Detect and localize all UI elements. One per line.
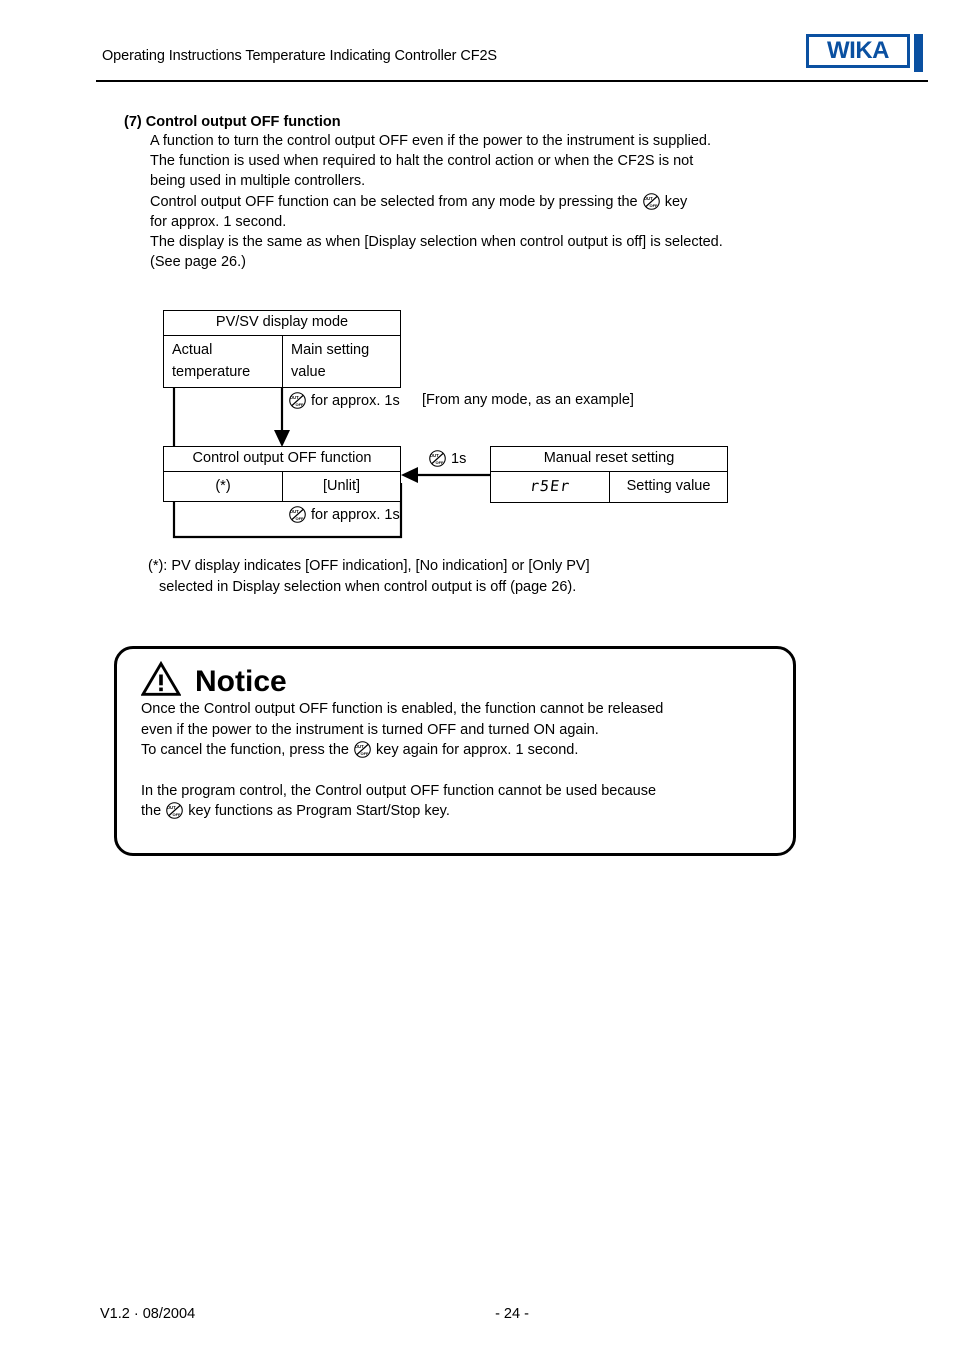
transition-label-loopback: OUT OFF for approx. 1s	[288, 506, 400, 524]
notice-para2-line2-after: key functions as Program Start/Stop key.	[188, 803, 450, 820]
transition-label-down: OUT OFF for approx. 1s	[288, 392, 400, 410]
section-number: (7)	[124, 114, 142, 130]
pvsv-main-line2: value	[291, 364, 326, 380]
out-off-key-icon: OUT OFF	[354, 741, 371, 758]
notice-box: Notice Once the Control output OFF funct…	[114, 646, 796, 856]
svg-text:OFF: OFF	[296, 402, 305, 407]
pvsv-box-title: PV/SV display mode	[164, 311, 400, 336]
notice-para2-line1: In the program control, the Control outp…	[141, 782, 657, 799]
section-key-line-after: key	[664, 193, 688, 210]
diagram-footnote: (*): PV display indicates [OFF indicatio…	[148, 556, 590, 597]
svg-text:OUT: OUT	[290, 395, 299, 400]
svg-text:OUT: OUT	[430, 453, 439, 458]
section-line-3: being used in multiple controllers.	[150, 173, 366, 190]
section-line-5: The display is the same as when [Display…	[150, 234, 723, 251]
seven-segment-text: r5Er	[528, 477, 572, 495]
notice-para1-line3-before: To cancel the function, press the	[141, 742, 349, 759]
footnote-line-1: (*): PV display indicates [OFF indicatio…	[148, 558, 590, 574]
section-line-key: Control output OFF function can be selec…	[150, 192, 884, 212]
footnote-line-2: selected in Display selection when contr…	[159, 578, 577, 595]
section-heading-text: Control output OFF function	[145, 114, 341, 130]
out-off-key-icon: OUT OFF	[166, 802, 184, 820]
diagram-bracket-note: [From any mode, as an example]	[422, 392, 634, 408]
transition-label-left: OUT OFF 1s	[428, 450, 466, 468]
pvsv-actual-line1: Actual	[172, 342, 213, 358]
svg-text:OFF: OFF	[296, 516, 305, 521]
ctrloff-box-title: Control output OFF function	[164, 447, 400, 472]
section-body: A function to turn the control output OF…	[150, 131, 884, 272]
wika-logo: WIKA	[806, 34, 928, 72]
transition-label-loopback-text: for approx. 1s	[311, 507, 400, 523]
notice-para1-line2: even if the power to the instrument is t…	[141, 721, 599, 738]
flow-diagram: PV/SV display mode Actual temperature Ma…	[124, 300, 884, 550]
svg-text:OFF: OFF	[649, 202, 658, 207]
transition-label-left-text: 1s	[451, 451, 467, 467]
manual-setting-value-cell: Setting value	[609, 472, 727, 502]
manual-box-row: r5Er Setting value	[491, 472, 727, 502]
pvsv-display-mode-box: PV/SV display mode Actual temperature Ma…	[163, 310, 401, 388]
svg-text:OUT: OUT	[290, 509, 299, 514]
warning-triangle-icon	[140, 660, 182, 702]
pvsv-main-setting-cell: Main setting value	[282, 336, 400, 387]
notice-para2-line2-before: the	[141, 803, 162, 820]
page-footer: V1.2 · 08/2004 - 24 -	[96, 1306, 928, 1328]
manual-segment-display-cell: r5Er	[491, 472, 609, 502]
wika-logo-text: WIKA	[827, 37, 889, 64]
header-title: Operating Instructions Temperature Indic…	[102, 48, 497, 64]
svg-text:OFF: OFF	[173, 812, 182, 817]
ctrloff-box-row: (*) [Unlit]	[164, 472, 400, 501]
svg-text:OFF: OFF	[436, 460, 445, 465]
svg-text:OUT: OUT	[643, 196, 652, 201]
section-heading: (7) Control output OFF function	[124, 114, 884, 130]
wika-logo-bar	[914, 34, 923, 72]
section-line-2: The function is used when required to ha…	[150, 153, 694, 170]
out-off-key-icon: OUT OFF	[642, 192, 660, 210]
control-output-off-box: Control output OFF function (*) [Unlit]	[163, 446, 401, 502]
notice-para1-line3: To cancel the function, press the OUT OF…	[141, 740, 781, 761]
section-line-4: for approx. 1 second.	[150, 213, 287, 230]
out-off-key-icon: OUT OFF	[429, 450, 446, 467]
pvsv-main-line1: Main setting	[291, 342, 370, 358]
ctrloff-right-cell: [Unlit]	[282, 472, 400, 501]
section-line-6: (See page 26.)	[150, 254, 246, 271]
notice-header: Notice	[140, 660, 287, 702]
manual-box-title: Manual reset setting	[491, 447, 727, 472]
notice-paragraph-gap	[141, 761, 781, 781]
svg-text:OUT: OUT	[167, 805, 176, 810]
pvsv-box-row: Actual temperature Main setting value	[164, 336, 400, 387]
pvsv-actual-temperature-cell: Actual temperature	[164, 336, 282, 387]
notice-para2-line2: the OUT OFF key functions as Program Sta…	[141, 801, 781, 822]
ctrloff-left-cell: (*)	[215, 478, 231, 494]
out-off-key-icon: OUT OFF	[289, 506, 306, 523]
notice-para1-line3-after: key again for approx. 1 second.	[376, 742, 579, 759]
notice-body: Once the Control output OFF function is …	[141, 699, 781, 822]
notice-para1-line1: Once the Control output OFF function is …	[141, 701, 664, 717]
svg-text:OUT: OUT	[355, 744, 364, 749]
notice-title: Notice	[195, 664, 287, 698]
section-key-line-before: Control output OFF function can be selec…	[150, 193, 638, 210]
section-control-output-off: (7) Control output OFF function A functio…	[124, 114, 884, 272]
transition-label-down-text: for approx. 1s	[311, 393, 400, 409]
footer-page-number: - 24 -	[495, 1306, 529, 1322]
page-header: Operating Instructions Temperature Indic…	[96, 34, 928, 84]
out-off-key-icon: OUT OFF	[289, 392, 306, 409]
section-line-1: A function to turn the control output OF…	[150, 133, 711, 149]
pvsv-actual-line2: temperature	[172, 364, 251, 380]
svg-text:OFF: OFF	[361, 751, 370, 756]
header-divider	[96, 80, 928, 82]
manual-reset-setting-box: Manual reset setting r5Er Setting value	[490, 446, 728, 503]
